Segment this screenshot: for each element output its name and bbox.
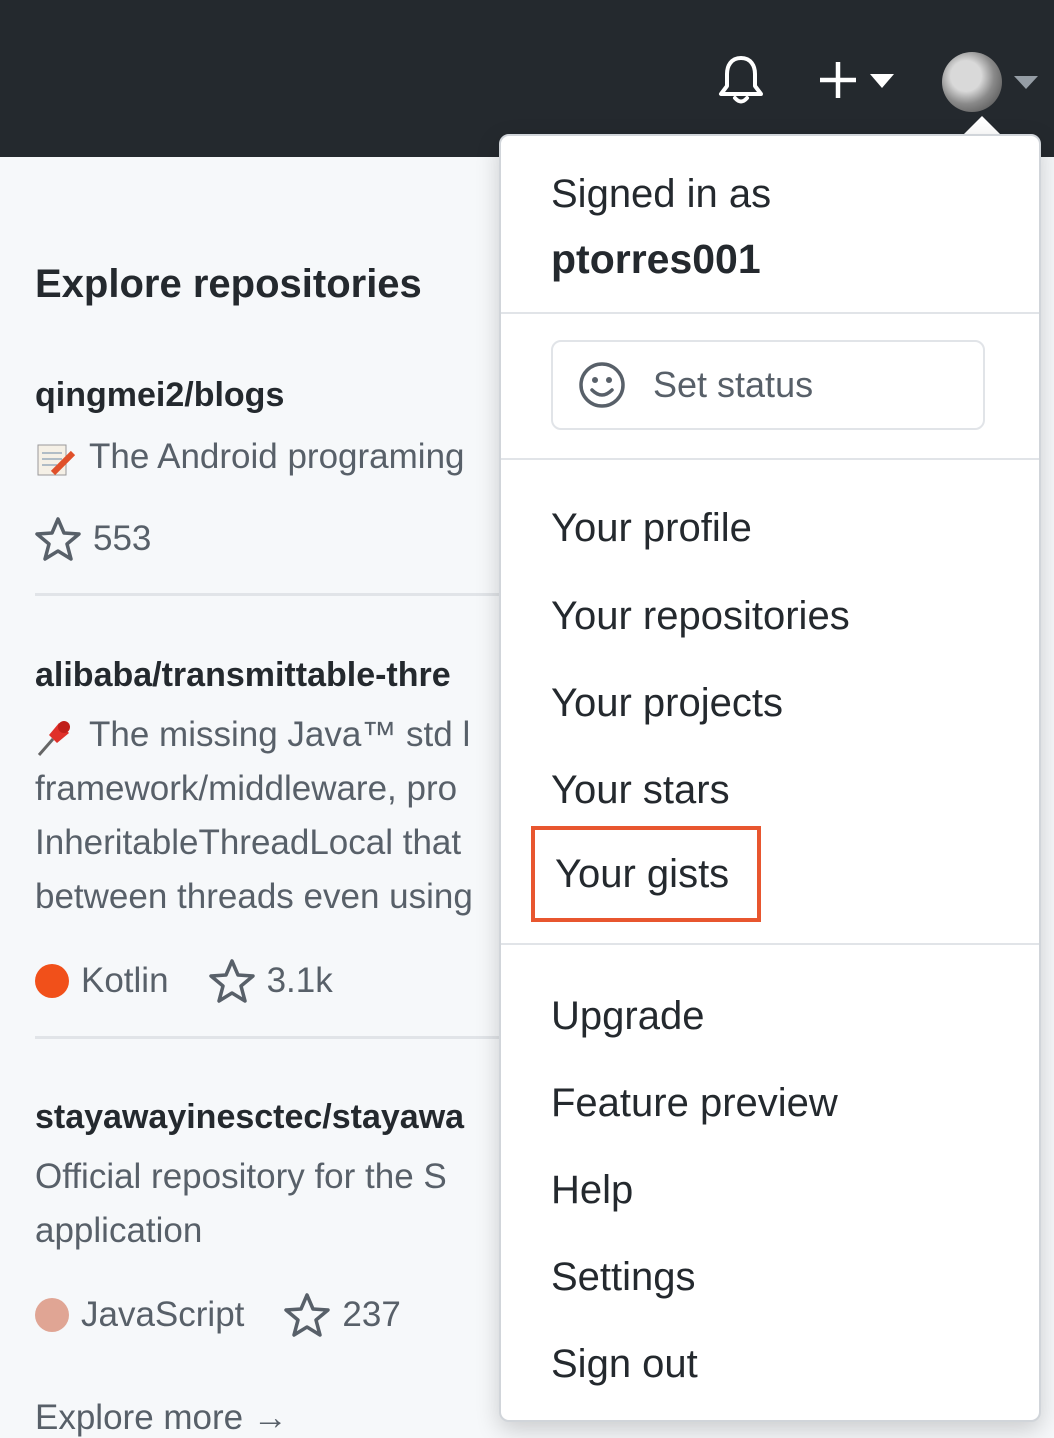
repo-description-text: Official repository for the S xyxy=(35,1157,447,1196)
avatar[interactable] xyxy=(942,52,1002,112)
divider xyxy=(35,593,505,596)
repo-description: The missing Java™ std l framework/middle… xyxy=(35,708,505,924)
divider xyxy=(35,1036,505,1039)
menu-item-your-repositories[interactable]: Your repositories xyxy=(551,594,850,639)
username: ptorres001 xyxy=(551,236,761,282)
menu-divider xyxy=(501,312,1039,314)
repo-card: alibaba/transmittable-thre xyxy=(35,656,505,695)
repo-name-link[interactable]: alibaba/transmittable-thre xyxy=(35,656,505,695)
menu-item-your-stars[interactable]: Your stars xyxy=(551,768,730,813)
menu-item-your-profile[interactable]: Your profile xyxy=(551,506,752,551)
memo-emoji-icon xyxy=(37,444,75,476)
repo-description-text: application xyxy=(35,1211,203,1250)
bell-icon[interactable] xyxy=(716,54,766,106)
star-icon[interactable] xyxy=(35,516,81,562)
repo-description: Official repository for the S applicatio… xyxy=(35,1150,505,1258)
menu-divider xyxy=(501,943,1039,945)
signed-in-label: Signed in as xyxy=(551,172,772,216)
menu-item-settings[interactable]: Settings xyxy=(551,1255,696,1300)
menu-item-your-gists[interactable]: Your gists xyxy=(555,852,729,897)
repo-description-text: The missing Java™ std l xyxy=(89,715,471,754)
menu-item-your-projects[interactable]: Your projects xyxy=(551,681,783,726)
repo-name-link[interactable]: qingmei2/blogs xyxy=(35,376,505,415)
repo-meta: Kotlin 3.1k xyxy=(35,958,505,1004)
set-status-button[interactable]: Set status xyxy=(551,340,985,430)
repo-meta: 553 xyxy=(35,516,505,562)
menu-divider xyxy=(501,458,1039,460)
star-icon[interactable] xyxy=(208,958,255,1004)
explore-title: Explore repositories xyxy=(35,262,422,306)
menu-item-help[interactable]: Help xyxy=(551,1168,633,1213)
explore-more-link[interactable]: Explore more → xyxy=(35,1398,505,1438)
repo-description-text: The Android programing xyxy=(89,437,465,476)
caret-down-icon[interactable] xyxy=(1012,72,1040,92)
repo-card: qingmei2/blogs xyxy=(35,376,505,415)
menu-item-upgrade[interactable]: Upgrade xyxy=(551,994,704,1039)
star-count[interactable]: 3.1k xyxy=(267,961,333,1001)
smiley-icon xyxy=(579,362,625,408)
star-count[interactable]: 237 xyxy=(342,1295,400,1335)
star-count[interactable]: 553 xyxy=(93,519,151,559)
set-status-label: Set status xyxy=(653,364,814,405)
repo-description-text: InheritableThreadLocal that xyxy=(35,823,462,862)
menu-item-feature-preview[interactable]: Feature preview xyxy=(551,1081,838,1126)
repo-name-link[interactable]: stayawayinesctec/stayawa xyxy=(35,1098,505,1137)
menu-item-sign-out[interactable]: Sign out xyxy=(551,1342,698,1387)
repo-description-text: between threads even using xyxy=(35,877,473,916)
plus-icon[interactable] xyxy=(816,58,898,102)
language-color-dot xyxy=(35,964,69,998)
language-color-dot xyxy=(35,1298,69,1332)
repo-card: stayawayinesctec/stayawa xyxy=(35,1098,505,1137)
star-icon[interactable] xyxy=(284,1292,331,1338)
repo-language: JavaScript xyxy=(81,1295,245,1334)
repo-language: Kotlin xyxy=(81,961,169,1000)
repo-meta: JavaScript 237 xyxy=(35,1292,505,1338)
dropdown-caret xyxy=(962,116,1002,136)
repo-description-text: framework/middleware, pro xyxy=(35,769,458,808)
repo-description: The Android programing xyxy=(35,430,505,484)
user-dropdown-menu: Signed in as ptorres001 Set status Your … xyxy=(499,134,1041,1422)
pushpin-emoji-icon xyxy=(37,720,70,756)
